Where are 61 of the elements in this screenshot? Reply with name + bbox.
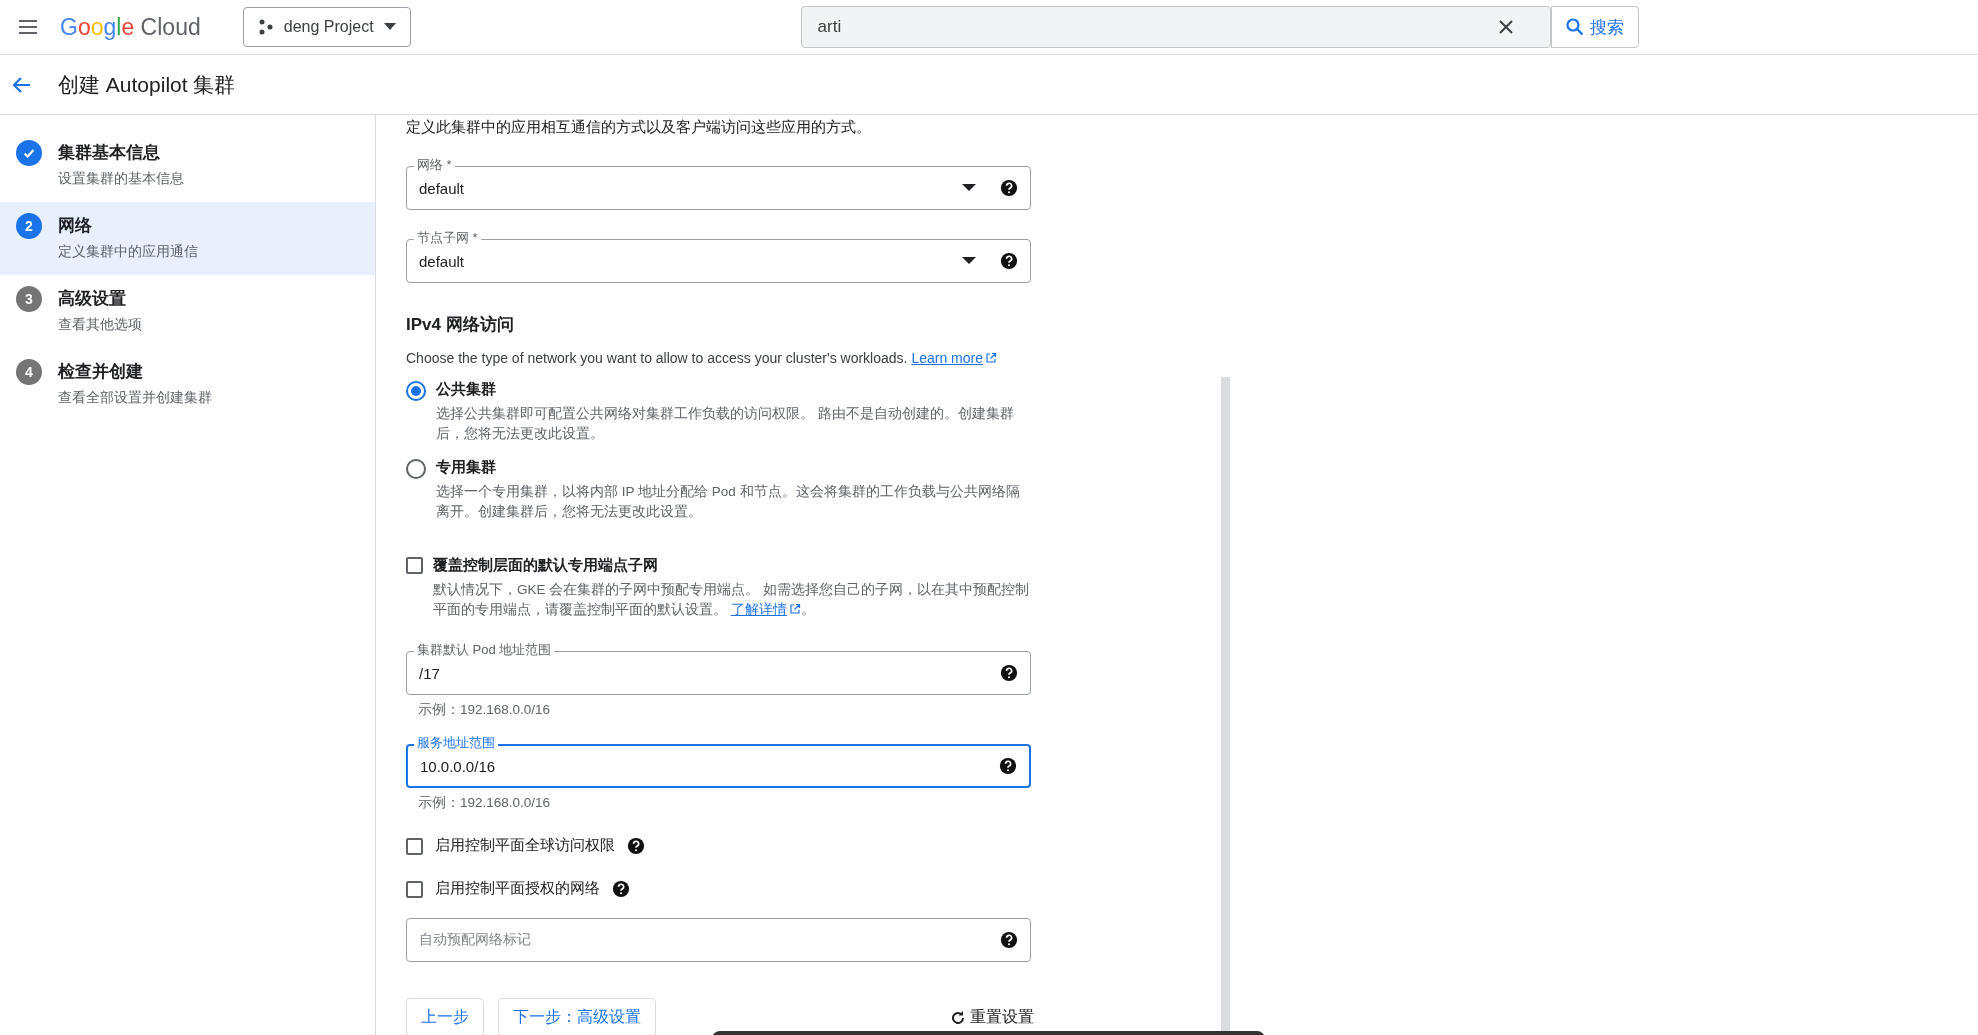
checkbox-label: 启用控制平面授权的网络 bbox=[435, 879, 600, 898]
refresh-icon bbox=[950, 1009, 966, 1026]
option-description: 选择公共集群即可配置公共网络对集群工作负载的访问权限。 路由不是自动创建的。创建集群后，您将无法更改此设置。 bbox=[436, 405, 1015, 443]
section-description: Choose the type of network you want to allow to access your cluster's workloads. Learn more bbox=[406, 350, 1256, 366]
option-label: 专用集群 bbox=[436, 458, 497, 477]
project-picker[interactable]: deng Project bbox=[242, 7, 411, 47]
help-icon[interactable] bbox=[1000, 931, 1018, 949]
checkbox[interactable] bbox=[406, 837, 423, 855]
caret-icon bbox=[962, 257, 976, 265]
stepper-item[interactable]: 4 检查并创建 查看全部设置并创建集群 bbox=[0, 348, 375, 421]
external-link-icon bbox=[984, 352, 997, 364]
field-hint: 示例：192.168.0.0/16 bbox=[418, 794, 552, 812]
learn-more-link[interactable]: Learn more bbox=[911, 350, 997, 366]
back-button[interactable]: 上一步 bbox=[406, 998, 484, 1035]
radio-button[interactable] bbox=[406, 381, 426, 401]
search-icon bbox=[1565, 18, 1584, 36]
checkbox[interactable] bbox=[406, 880, 423, 898]
step-number: 4 bbox=[16, 359, 42, 385]
reset-button[interactable]: 重置设置 bbox=[950, 1007, 1034, 1028]
external-link-icon bbox=[788, 603, 801, 615]
learn-more-link[interactable]: 了解详情 bbox=[730, 602, 801, 617]
tag-input-field[interactable]: 自动预配网络标记 bbox=[406, 918, 1031, 962]
page-title: 创建 Autopilot 集群 bbox=[58, 71, 236, 98]
step-number: 3 bbox=[16, 286, 42, 312]
radio-button[interactable] bbox=[406, 459, 426, 479]
section-description: 定义此集群中的应用相互通信的方式以及客户端访问这些应用的方式。 bbox=[406, 118, 872, 137]
back-arrow-icon[interactable] bbox=[12, 74, 32, 95]
checkbox[interactable] bbox=[406, 557, 423, 574]
help-icon[interactable] bbox=[1000, 664, 1018, 682]
checkbox-label: 启用控制平面全球访问权限 bbox=[435, 836, 615, 855]
caret-icon bbox=[962, 184, 976, 192]
field-hint: 示例：192.168.0.0/16 bbox=[418, 701, 552, 719]
stepper-item[interactable]: 集群基本信息 设置集群的基本信息 bbox=[0, 129, 375, 202]
help-icon[interactable] bbox=[1000, 252, 1018, 270]
help-icon[interactable] bbox=[627, 836, 645, 855]
search-field[interactable]: arti bbox=[800, 6, 1551, 48]
next-button[interactable]: 下一步：高级设置 bbox=[498, 998, 656, 1035]
step-number: 2 bbox=[16, 213, 42, 239]
step-subtitle: 定义集群中的应用通信 bbox=[58, 243, 198, 261]
step-title: 高级设置 bbox=[58, 288, 127, 310]
caret-icon bbox=[383, 23, 396, 31]
close-icon[interactable] bbox=[1497, 19, 1514, 35]
help-icon[interactable] bbox=[612, 879, 630, 898]
section-heading: IPv4 网络访问 bbox=[406, 314, 515, 336]
stepper-item[interactable]: 3 高级设置 查看其他选项 bbox=[0, 275, 375, 348]
stepper-item[interactable]: 2 网络 定义集群中的应用通信 bbox=[0, 202, 375, 275]
option-description: 选择一个专用集群，以将内部 IP 地址分配给 Pod 和节点。这会将集群的工作负载与公共网络隔离开。创建集群后，您将无法更改此设置。 bbox=[436, 483, 1021, 521]
project-icon bbox=[257, 19, 274, 35]
option-label: 公共集群 bbox=[436, 380, 497, 399]
step-title: 检查并创建 bbox=[58, 361, 144, 383]
google-cloud-logo[interactable]: Google Cloud bbox=[60, 13, 201, 41]
step-title: 网络 bbox=[58, 215, 93, 237]
step-subtitle: 查看全部设置并创建集群 bbox=[58, 389, 212, 407]
step-title: 集群基本信息 bbox=[58, 142, 161, 164]
step-subtitle: 查看其他选项 bbox=[58, 316, 142, 334]
help-icon[interactable] bbox=[999, 757, 1017, 775]
checkbox-label: 覆盖控制层面的默认专用端点子网 bbox=[433, 556, 659, 575]
search-button[interactable]: 搜索 bbox=[1550, 6, 1639, 48]
help-icon[interactable] bbox=[1000, 179, 1018, 197]
step-subtitle: 设置集群的基本信息 bbox=[58, 170, 184, 188]
option-description: 默认情况下，GKE 会在集群的子网中预配专用端点。 如需选择您自己的子网，以在其中预配控制平面的专用端点，请覆盖控制平面的默认设置。 了解详情 。 bbox=[433, 581, 1030, 619]
